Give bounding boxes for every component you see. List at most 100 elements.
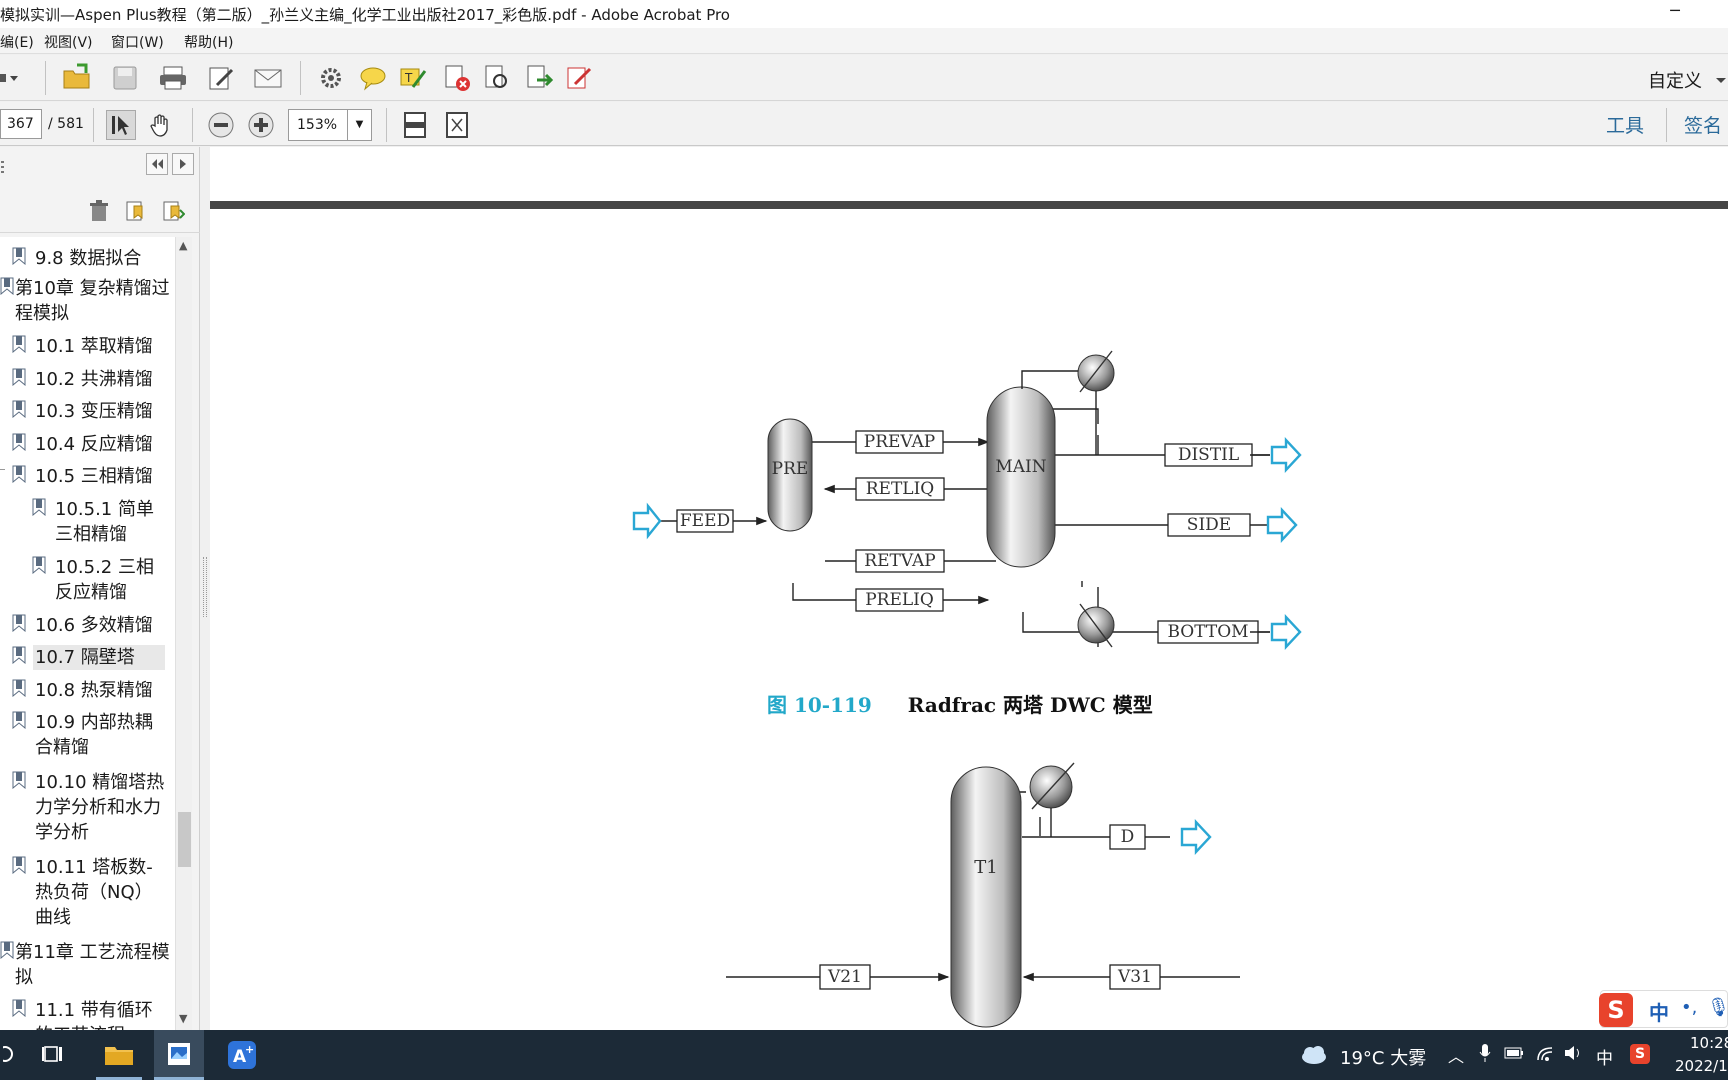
collapse-toggle-icon[interactable] [0,469,5,479]
menu-window[interactable]: 窗口(W) [111,32,164,52]
microphone-icon[interactable]: 🎙 [1707,997,1728,1018]
bookmark-scrollbar[interactable]: ▲ ▼ [175,237,192,1030]
find-page-icon[interactable] [482,63,512,93]
panel-splitter[interactable] [200,147,210,1030]
weather-text[interactable]: 19°C 大雾 [1340,1044,1426,1070]
bookmark-item[interactable]: 9.8 数据拟合 [0,243,175,271]
bookmark-icon [12,335,26,354]
reader-app-icon[interactable]: A + [222,1030,262,1080]
bookmarks-panel-header [0,147,200,187]
print-icon[interactable] [158,63,188,93]
email-icon[interactable] [253,63,283,93]
block-label-t1: T1 [974,857,998,878]
ime-mode-label[interactable]: 中 [1649,997,1669,1026]
highlight-text-icon[interactable]: T [398,63,428,93]
wifi-icon[interactable] [1536,1044,1556,1066]
bookmark-item[interactable]: 第10章 复杂精馏过程模拟 [0,273,175,327]
bookmark-icon [12,679,26,698]
chevron-up-icon[interactable]: ︿ [1448,1043,1464,1067]
toolbar-separator [192,108,193,142]
sogou-tray-icon[interactable]: S [1630,1044,1650,1064]
task-view-icon[interactable] [36,1030,72,1080]
bookmark-item[interactable]: 10.10 精馏塔热力学分析和水力学分析 [0,767,175,847]
bookmark-options-icon[interactable] [158,196,188,226]
expand-panel-icon[interactable] [172,153,194,175]
bookmark-item[interactable]: 10.11 塔板数-热负荷（NQ）曲线 [0,852,175,932]
select-tool-icon[interactable] [106,110,136,140]
bookmark-item[interactable]: 第11章 工艺流程模拟 [0,937,175,991]
menu-help[interactable]: 帮助(H) [184,32,233,52]
zoom-select[interactable]: 153% ▼ [288,109,372,141]
bookmark-item[interactable]: 10.1 萃取精馏 [0,331,175,359]
export-page-icon[interactable] [524,63,554,93]
document-view[interactable]: FEED PRE MAIN PREVAP RETLIQ RETVAP PRELI… [210,147,1728,1030]
sogou-logo-icon[interactable]: S [1599,993,1633,1027]
full-screen-icon[interactable] [442,110,472,140]
bookmarks-panel: 9.8 数据拟合 第10章 复杂精馏过程模拟 10.1 萃取精馏 10.2 共沸… [0,147,200,1030]
bookmark-item[interactable]: 10.4 反应精馏 [0,429,175,457]
form-edit-icon[interactable] [564,63,594,93]
bookmark-label: 10.5.2 三相反应精馏 [55,557,154,603]
clock-time[interactable]: 10:28 [1690,1034,1728,1052]
toolbar-separator [45,61,46,95]
bookmark-item[interactable]: 10.2 共沸精馏 [0,364,175,392]
sign-pane-button[interactable]: 签名 [1684,111,1722,138]
battery-icon[interactable] [1504,1046,1524,1064]
toolbar-separator [93,108,94,142]
customize-dropdown-icon[interactable] [1714,65,1728,95]
create-dropdown-icon[interactable] [0,63,22,93]
bookmark-label: 10.2 共沸精馏 [35,369,153,390]
scrollbar-thumb[interactable] [178,812,191,867]
bookmark-icon [0,277,14,296]
tools-pane-button[interactable]: 工具 [1606,111,1644,138]
chevron-down-icon[interactable]: ▼ [347,110,371,140]
trash-icon[interactable] [84,196,114,226]
edit-document-icon[interactable] [206,63,236,93]
weather-icon[interactable] [1300,1044,1328,1070]
file-explorer-icon[interactable] [96,1030,142,1080]
comment-icon[interactable] [358,63,388,93]
menu-edit[interactable]: 编(E) [0,32,34,52]
stream-label-v21: V21 [828,967,862,987]
search-icon[interactable] [0,1030,20,1080]
zoom-out-icon[interactable] [206,110,236,140]
volume-icon[interactable] [1563,1044,1583,1066]
microphone-tray-icon[interactable] [1478,1042,1492,1068]
zoom-in-icon[interactable] [246,110,276,140]
photos-app-icon[interactable] [154,1030,204,1080]
bookmark-item-selected[interactable]: 10.7 隔壁塔 [0,642,175,670]
bookmark-item[interactable]: 10.5.1 简单三相精馏 [0,494,175,548]
gear-icon[interactable] [316,63,346,93]
bookmark-item[interactable]: 11.1 带有循环的工艺流程 [0,995,175,1030]
open-folder-icon[interactable] [62,62,92,92]
customize-label[interactable]: 自定义 [1648,67,1702,93]
fit-page-icon[interactable] [400,110,430,140]
bookmark-item[interactable]: 10.8 热泵精馏 [0,675,175,703]
delete-page-icon[interactable] [442,63,472,93]
ime-language-indicator[interactable]: 中 [1596,1044,1613,1069]
page-number-input[interactable]: 367 [0,109,42,139]
minimize-button[interactable]: ─ [1660,0,1690,28]
bookmark-icon [12,856,26,875]
bookmark-item[interactable]: 10.5.2 三相反应精馏 [0,552,175,606]
punctuation-icon[interactable]: •, [1681,997,1697,1018]
bookmark-item[interactable]: 10.9 内部热耦合精馏 [0,707,175,761]
bookmark-item[interactable]: 10.6 多效精馏 [0,610,175,638]
bookmark-item[interactable]: 10.5 三相精馏 [0,461,175,489]
new-bookmark-icon[interactable] [120,196,150,226]
scroll-down-icon[interactable]: ▼ [179,1012,187,1025]
scroll-up-icon[interactable]: ▲ [179,239,187,252]
figure-caption: 图 10-119 Radfrac 两塔 DWC 模型 [767,689,1153,718]
menu-view[interactable]: 视图(V) [44,32,93,52]
condenser-icon [1029,762,1075,837]
collapse-panel-icon[interactable] [146,153,168,175]
ime-toolbar[interactable]: S 中 •, 🎙 [1599,990,1728,1028]
clock-date[interactable]: 2022/1 [1675,1057,1728,1075]
bookmark-item[interactable]: 10.3 变压精馏 [0,396,175,424]
figure-10-119-diagram [632,350,1302,1028]
stream-label-feed: FEED [679,511,731,531]
save-icon[interactable] [110,63,140,93]
hand-tool-icon[interactable] [146,110,176,140]
splitter-grip[interactable] [203,557,207,617]
bookmark-label: 9.8 数据拟合 [35,248,142,269]
